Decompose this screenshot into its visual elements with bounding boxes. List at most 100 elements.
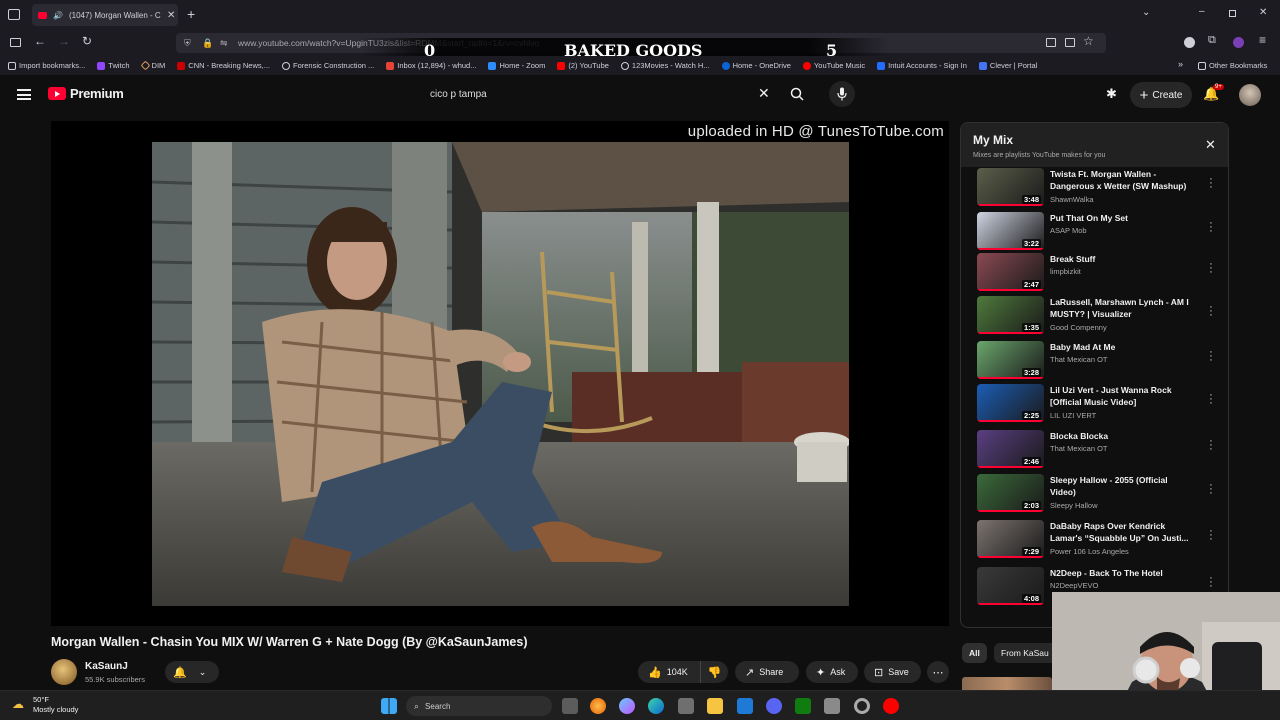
mix-item-channel[interactable]: Good Compenny bbox=[1050, 323, 1107, 332]
bookmark-item[interactable]: Import bookmarks... bbox=[8, 61, 85, 70]
chip-from-channel[interactable]: From KaSau bbox=[994, 643, 1052, 663]
mix-list-item[interactable]: 2:47 Break Stuff limpbizkit · · · bbox=[977, 253, 1217, 295]
more-options-icon[interactable]: · · · bbox=[1208, 347, 1214, 366]
bookmark-item[interactable]: Intuit Accounts - Sign In bbox=[877, 61, 967, 70]
mix-list-item[interactable]: 3:22 Put That On My Set ASAP Mob · · · bbox=[977, 212, 1217, 254]
video-thumbnail[interactable]: 2:47 bbox=[977, 253, 1044, 291]
extension-puzzle-icon[interactable]: ✱ bbox=[1106, 86, 1117, 102]
chip-all[interactable]: All bbox=[962, 643, 987, 663]
mix-list-item[interactable]: 7:29 DaBaby Raps Over Kendrick Lamar's “S… bbox=[977, 520, 1217, 562]
mix-list-item[interactable]: 2:25 Lil Uzi Vert - Just Wanna Rock [Offi… bbox=[977, 384, 1217, 426]
bookmark-item[interactable]: CNN - Breaking News,... bbox=[177, 61, 270, 70]
more-options-icon[interactable]: · · · bbox=[1208, 480, 1214, 499]
bookmark-item[interactable]: Clever | Portal bbox=[978, 61, 1037, 70]
mix-item-title[interactable]: Lil Uzi Vert - Just Wanna Rock [Official… bbox=[1050, 384, 1195, 408]
bookmark-item[interactable]: Inbox (12,894) - whud... bbox=[386, 61, 476, 70]
mix-item-channel[interactable]: Sleepy Hallow bbox=[1050, 501, 1098, 510]
subscribe-bell-button[interactable]: 🔔 ⌄ bbox=[165, 661, 219, 683]
close-window-icon[interactable]: ✕ bbox=[1259, 7, 1267, 18]
mix-item-channel[interactable]: ASAP Mob bbox=[1050, 226, 1087, 235]
clear-search-icon[interactable]: ✕ bbox=[758, 85, 770, 102]
close-mix-icon[interactable]: ✕ bbox=[1205, 137, 1216, 153]
video-thumbnail[interactable]: 4:08 bbox=[977, 567, 1044, 605]
file-explorer-icon[interactable] bbox=[707, 698, 723, 714]
ask-button[interactable]: ✦ Ask bbox=[806, 661, 858, 683]
mix-item-title[interactable]: DaBaby Raps Over Kendrick Lamar's “Squab… bbox=[1050, 520, 1195, 544]
task-view-icon[interactable] bbox=[562, 698, 578, 714]
menu-icon[interactable]: ≡ bbox=[1259, 33, 1266, 47]
more-options-icon[interactable]: · · · bbox=[1208, 436, 1214, 455]
bookmark-item[interactable]: Home - Zoom bbox=[488, 61, 545, 70]
dislike-button[interactable]: 👎 bbox=[700, 661, 728, 683]
bookmarks-overflow-icon[interactable]: » bbox=[1178, 59, 1183, 69]
new-tab-icon[interactable]: + bbox=[187, 6, 195, 22]
mix-list-item[interactable]: 3:48 Twista Ft. Morgan Wallen - Dangerous… bbox=[977, 168, 1217, 210]
sidebar-toggle-icon[interactable] bbox=[10, 38, 21, 47]
chevron-down-icon[interactable]: ⌄ bbox=[1142, 7, 1150, 18]
back-icon[interactable]: ← bbox=[34, 34, 46, 48]
extensions-icon[interactable]: ⧉ bbox=[1208, 34, 1216, 47]
microphone-icon[interactable] bbox=[829, 81, 855, 107]
mix-list-item[interactable]: 2:46 Blocka Blocka That Mexican OT · · · bbox=[977, 430, 1217, 472]
xbox-icon[interactable] bbox=[795, 698, 811, 714]
discord-icon[interactable] bbox=[766, 698, 782, 714]
screenshot-icon[interactable] bbox=[1065, 38, 1075, 47]
youtube-logo[interactable]: Premium bbox=[48, 86, 124, 101]
bookmark-item[interactable]: 123Movies - Watch H... bbox=[620, 61, 710, 70]
mix-item-title[interactable]: LaRussell, Marshawn Lynch - AM I MUSTY? … bbox=[1050, 296, 1195, 320]
weather-icon[interactable]: ☁ bbox=[12, 697, 24, 711]
mix-item-channel[interactable]: limpbizkit bbox=[1050, 267, 1081, 276]
mix-item-title[interactable]: Blocka Blocka bbox=[1050, 430, 1195, 442]
more-options-icon[interactable]: · · · bbox=[1208, 218, 1214, 237]
edge-icon[interactable] bbox=[648, 698, 664, 714]
search-icon[interactable] bbox=[784, 81, 810, 107]
permissions-icon[interactable]: ⇋ bbox=[220, 33, 228, 53]
more-options-icon[interactable]: · · · bbox=[1208, 573, 1214, 592]
bookmark-item[interactable]: Forensic Construction ... bbox=[281, 61, 374, 70]
more-options-icon[interactable]: · · · bbox=[1208, 174, 1214, 193]
mix-list-item[interactable]: 2:03 Sleepy Hallow - 2055 (Official Video… bbox=[977, 474, 1217, 516]
lock-icon[interactable]: 🔒 bbox=[202, 33, 213, 53]
video-thumbnail[interactable]: 2:46 bbox=[977, 430, 1044, 468]
more-options-icon[interactable]: · · · bbox=[1208, 390, 1214, 409]
account-icon[interactable] bbox=[1184, 37, 1195, 48]
save-button[interactable]: ⊡ Save bbox=[864, 661, 921, 683]
more-options-icon[interactable]: · · · bbox=[1208, 526, 1214, 545]
bookmark-item[interactable]: Home - OneDrive bbox=[721, 61, 791, 70]
firefox-icon[interactable] bbox=[590, 698, 606, 714]
tab-list-icon[interactable] bbox=[8, 9, 20, 20]
mix-item-title[interactable]: Baby Mad At Me bbox=[1050, 341, 1195, 353]
bookmark-item[interactable]: Twitch bbox=[97, 61, 130, 70]
more-options-icon[interactable]: · · · bbox=[1208, 302, 1214, 321]
mix-list-item[interactable]: 1:35 LaRussell, Marshawn Lynch - AM I MUS… bbox=[977, 296, 1217, 338]
create-button[interactable]: + Create bbox=[1130, 82, 1192, 108]
mix-item-title[interactable]: Break Stuff bbox=[1050, 253, 1195, 265]
restore-icon[interactable] bbox=[1229, 10, 1236, 17]
more-options-icon[interactable]: · · · bbox=[1208, 259, 1214, 278]
settings-gear-icon[interactable] bbox=[854, 698, 870, 714]
more-actions-button[interactable]: ⋯ bbox=[927, 661, 949, 683]
mix-item-title[interactable]: Put That On My Set bbox=[1050, 212, 1195, 224]
copilot-icon[interactable] bbox=[619, 698, 635, 714]
mix-item-title[interactable]: Twista Ft. Morgan Wallen - Dangerous x W… bbox=[1050, 168, 1195, 192]
weather-description[interactable]: Mostly cloudy bbox=[33, 705, 78, 714]
next-video-thumbnail[interactable] bbox=[962, 677, 1052, 690]
windows-start-icon[interactable] bbox=[381, 698, 397, 714]
avatar[interactable] bbox=[1239, 84, 1261, 106]
video-player[interactable]: uploaded in HD @ TunesToTube.com bbox=[51, 121, 949, 626]
forward-icon[interactable]: → bbox=[58, 34, 70, 48]
other-bookmarks[interactable]: Other Bookmarks bbox=[1198, 61, 1267, 70]
weather-temperature[interactable]: 50°F bbox=[33, 695, 49, 704]
video-thumbnail[interactable]: 3:28 bbox=[977, 341, 1044, 379]
minimize-icon[interactable]: – bbox=[1199, 6, 1205, 17]
video-thumbnail[interactable]: 7:29 bbox=[977, 520, 1044, 558]
browser-tab[interactable]: 🔊 (1047) Morgan Wallen - Ch ✕ bbox=[32, 4, 178, 26]
video-thumbnail[interactable]: 1:35 bbox=[977, 296, 1044, 334]
channel-name[interactable]: KaSaunJ bbox=[85, 661, 128, 672]
shield-icon[interactable]: ⛨ bbox=[184, 33, 191, 53]
youtube-music-app-icon[interactable] bbox=[883, 698, 899, 714]
speaker-icon[interactable]: 🔊 bbox=[53, 11, 63, 20]
channel-avatar[interactable] bbox=[51, 659, 77, 685]
taskbar-search-box[interactable]: ⌕ Search bbox=[406, 696, 552, 716]
mix-item-channel[interactable]: LIL UZI VERT bbox=[1050, 411, 1096, 420]
